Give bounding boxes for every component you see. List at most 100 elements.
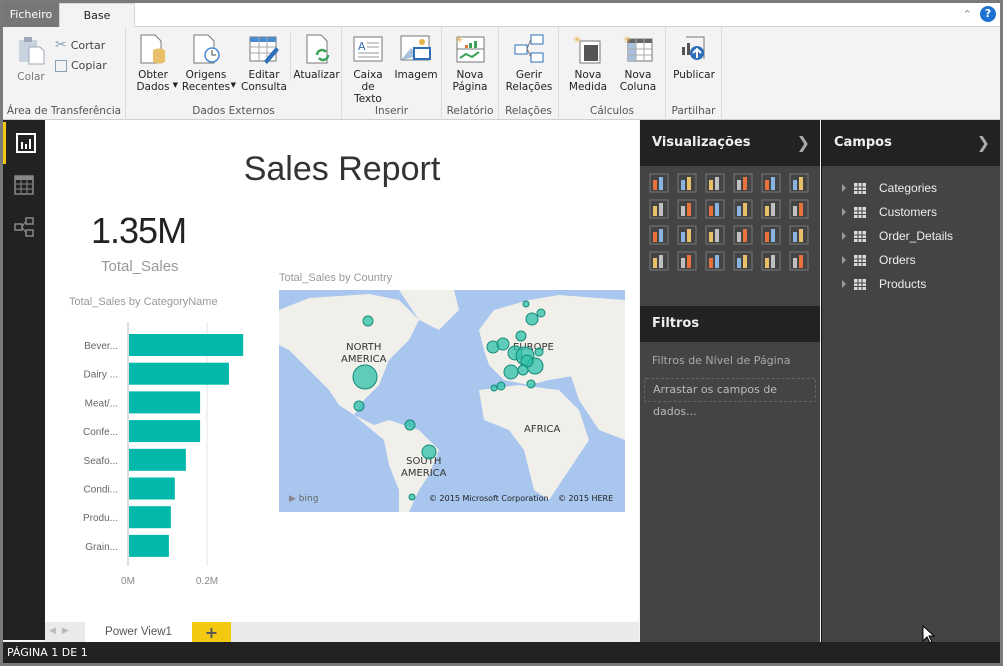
viz-card-icon[interactable] xyxy=(732,250,754,272)
map-bubble[interactable] xyxy=(490,384,498,392)
map-bubble[interactable] xyxy=(353,400,365,412)
text-box-button[interactable]: A Caixa de Texto xyxy=(346,33,390,105)
publish-button[interactable]: Publicar xyxy=(670,33,718,81)
manage-relationships-button[interactable]: Gerir Relações xyxy=(505,33,553,93)
edit-query-button[interactable]: Editar Consulta xyxy=(240,33,288,93)
map-bubble[interactable] xyxy=(404,419,416,431)
expand-icon[interactable] xyxy=(842,232,846,240)
bar[interactable] xyxy=(129,448,186,471)
page-tab-power-view1[interactable]: Power View1 xyxy=(85,622,192,644)
new-measure-button[interactable]: ✳ Nova Medida xyxy=(565,33,611,93)
bar[interactable] xyxy=(129,534,169,557)
new-column-icon: ✳ xyxy=(623,35,653,62)
map-bubble[interactable] xyxy=(526,379,536,389)
bar[interactable] xyxy=(129,506,171,529)
viz-treemap-icon[interactable] xyxy=(676,224,698,246)
field-table-orders[interactable]: Orders xyxy=(842,250,916,270)
field-table-order-details[interactable]: Order_Details xyxy=(842,226,953,246)
viz-scatter-icon[interactable] xyxy=(788,198,810,220)
viz-donut-icon[interactable] xyxy=(788,250,810,272)
bar[interactable] xyxy=(129,391,201,414)
field-table-products[interactable]: Products xyxy=(842,274,926,294)
map-bubble[interactable] xyxy=(421,444,437,460)
report-view-button[interactable] xyxy=(3,122,45,164)
map-bubble[interactable] xyxy=(534,347,544,357)
viz-gauge-icon[interactable] xyxy=(676,250,698,272)
viz-matrix-icon[interactable] xyxy=(760,224,782,246)
map-bubble[interactable] xyxy=(408,493,416,501)
get-data-button[interactable]: Obter Dados ▼ xyxy=(132,33,178,93)
viz-clustered-column-icon[interactable] xyxy=(732,172,754,194)
visualizations-header: Visualizações ❯ xyxy=(640,120,820,166)
tab-base[interactable]: Base xyxy=(59,3,135,28)
viz-clustered-bar-icon[interactable] xyxy=(704,172,726,194)
report-title[interactable]: Sales Report xyxy=(45,150,639,189)
new-column-button[interactable]: ✳ Nova Coluna xyxy=(615,33,661,93)
expand-icon[interactable] xyxy=(842,208,846,216)
viz-table-icon[interactable] xyxy=(732,224,754,246)
map-bubble[interactable] xyxy=(522,300,530,308)
viz-slicer-icon[interactable] xyxy=(760,250,782,272)
map-bubble[interactable] xyxy=(496,337,510,351)
category-label: Meat/... xyxy=(85,398,118,409)
map-bubble[interactable] xyxy=(515,330,527,342)
bar[interactable] xyxy=(129,420,201,443)
paste-button[interactable]: Colar xyxy=(13,35,49,83)
category-label: Bever... xyxy=(84,341,118,352)
data-view-button[interactable] xyxy=(3,164,45,206)
image-button[interactable]: Imagem xyxy=(394,33,438,81)
expand-icon[interactable] xyxy=(842,256,846,264)
sales-map[interactable]: NORTH AMERICA EUROPE AFRICA SOUTH AMERIC… xyxy=(279,290,625,512)
viz-multi-row-card-icon[interactable] xyxy=(704,250,726,272)
map-bubble[interactable] xyxy=(503,364,519,380)
new-page-button[interactable]: ✳ Nova Página xyxy=(448,33,492,93)
viz-map-icon[interactable] xyxy=(704,224,726,246)
map-bubble[interactable] xyxy=(362,315,374,327)
status-bar: PÁGINA 1 DE 1 xyxy=(3,642,1000,663)
map-bubble[interactable] xyxy=(352,364,378,390)
map-bubble[interactable] xyxy=(536,308,546,318)
help-icon[interactable]: ? xyxy=(980,6,996,22)
viz-line-clustered-column-icon[interactable] xyxy=(732,198,754,220)
report-canvas[interactable]: Sales Report 1.35M Total_Sales Total_Sal… xyxy=(45,120,639,622)
viz-funnel-icon[interactable] xyxy=(648,250,670,272)
ribbon: Colar ✂ Cortar Copiar Área de Transferên… xyxy=(3,27,1000,120)
expand-icon[interactable] xyxy=(842,280,846,288)
bar[interactable] xyxy=(129,334,244,356)
field-table-categories[interactable]: Categories xyxy=(842,178,937,198)
page-scroll-arrows[interactable]: ◀▶ xyxy=(49,626,75,636)
bar-chart[interactable]: Bever... Dairy ... Meat/... Confe... Seafo..… xyxy=(65,316,265,596)
viz-line-stacked-column-icon[interactable] xyxy=(704,198,726,220)
collapse-visualizations-icon[interactable]: ❯ xyxy=(797,120,810,166)
copy-icon xyxy=(55,59,67,72)
tab-file[interactable]: Ficheiro xyxy=(3,3,59,27)
add-page-button[interactable]: + xyxy=(192,622,231,644)
viz-filled-map-icon[interactable] xyxy=(788,224,810,246)
refresh-button[interactable]: Atualizar xyxy=(290,33,340,81)
viz-100-stacked-bar-icon[interactable] xyxy=(760,172,782,194)
collapse-ribbon-icon[interactable]: ⌃ xyxy=(963,8,972,21)
viz-stacked-bar-icon[interactable] xyxy=(648,172,670,194)
bar[interactable] xyxy=(129,362,229,385)
viz-line-icon[interactable] xyxy=(648,198,670,220)
filters-drop-zone[interactable]: Arrastar os campos de dados... xyxy=(644,378,816,418)
bar[interactable] xyxy=(129,477,175,500)
table-icon xyxy=(854,278,866,290)
viz-pie-icon[interactable] xyxy=(648,224,670,246)
copy-button[interactable]: Copiar xyxy=(55,59,107,72)
recent-sources-button[interactable]: Origens Recentes ▼ xyxy=(180,33,236,93)
map-bubble[interactable] xyxy=(496,381,506,391)
cut-button[interactable]: ✂ Cortar xyxy=(55,37,105,53)
relationships-view-button[interactable] xyxy=(3,206,45,248)
viz-area-icon[interactable] xyxy=(676,198,698,220)
text-box-icon: A xyxy=(353,36,383,62)
field-table-customers[interactable]: Customers xyxy=(842,202,937,222)
expand-icon[interactable] xyxy=(842,184,846,192)
viz-waterfall-icon[interactable] xyxy=(760,198,782,220)
viz-stacked-column-icon[interactable] xyxy=(676,172,698,194)
collapse-fields-icon[interactable]: ❯ xyxy=(977,120,990,166)
viz-100-stacked-column-icon[interactable] xyxy=(788,172,810,194)
map-bubble[interactable] xyxy=(517,364,529,376)
visualizations-pane: Visualizações ❯ Filtros Filtros de Nível… xyxy=(640,120,820,642)
map-bubble[interactable] xyxy=(525,312,539,326)
